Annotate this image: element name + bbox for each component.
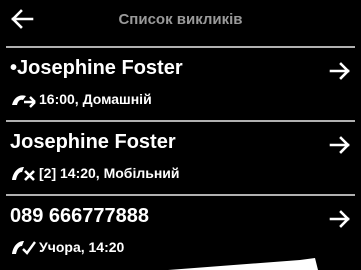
caller-name: Josephine Foster [10,131,176,154]
header-bar: Список викликів [0,0,361,40]
unread-marker: • [10,57,18,79]
answered-call-icon [12,241,36,255]
caller-name: •Josephine Foster [10,57,183,80]
call-list-item[interactable]: 089 666777888 Учора, 14:20 [0,198,361,268]
call-list-item[interactable]: •Josephine Foster 16:00, Домашній [0,50,361,120]
outgoing-call-icon [12,95,36,108]
right-arrow-icon[interactable] [329,209,351,229]
call-detail: Учора, 14:20 [10,237,124,257]
page-title: Список викликів [118,11,243,28]
divider [6,194,355,196]
call-list-item[interactable]: Josephine Foster [2] 14:20, Мобільний [0,124,361,194]
call-detail-text: Учора, 14:20 [39,239,125,255]
caller-name-text: Josephine Foster [10,131,176,153]
call-detail: [2] 14:20, Мобільний [10,163,180,183]
right-arrow-icon[interactable] [329,61,351,81]
missed-call-icon [12,167,35,181]
divider [6,46,355,48]
call-detail-text: 16:00, Домашній [39,91,152,107]
caller-name: 089 666777888 [10,205,149,228]
call-detail-text: [2] 14:20, Мобільний [39,165,180,181]
caller-name-text: Josephine Foster [17,57,183,79]
divider [6,120,355,122]
right-arrow-icon[interactable] [329,135,351,155]
caller-name-text: 089 666777888 [10,205,150,227]
call-detail: 16:00, Домашній [10,89,152,109]
